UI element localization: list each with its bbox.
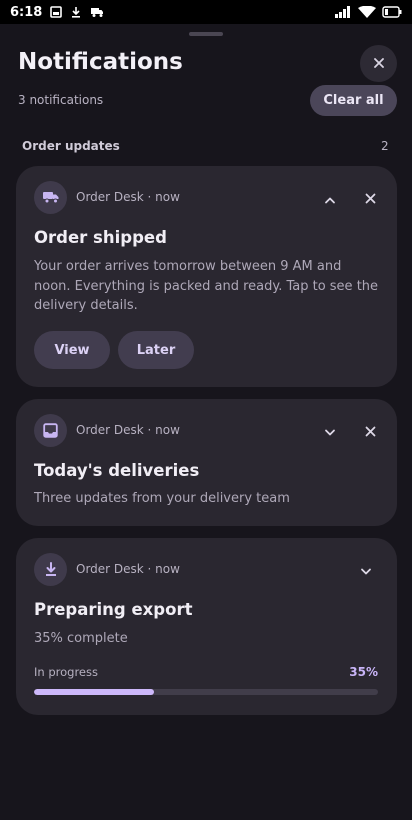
close-panel-button[interactable] bbox=[360, 45, 397, 82]
collapse-button[interactable] bbox=[317, 185, 343, 211]
section-title: Order updates bbox=[22, 139, 120, 153]
drag-handle[interactable] bbox=[189, 32, 223, 36]
notification-card-deliveries[interactable]: Order Desk · now Today's deliveries Thre… bbox=[16, 399, 397, 526]
gallery-icon bbox=[50, 6, 63, 18]
status-time: 6:18 bbox=[10, 4, 43, 20]
progress-percent: 35% bbox=[349, 665, 378, 679]
expand-button[interactable] bbox=[317, 418, 343, 444]
progress-fill bbox=[34, 689, 155, 695]
wifi-icon bbox=[358, 6, 376, 18]
expand-button[interactable] bbox=[353, 557, 379, 583]
app-meta: Order Desk · now bbox=[76, 423, 180, 437]
close-icon bbox=[365, 189, 376, 208]
chevron-down-icon bbox=[360, 561, 372, 580]
app-meta: Order Desk · now bbox=[76, 190, 180, 204]
download-icon bbox=[34, 552, 67, 586]
dismiss-button[interactable] bbox=[357, 185, 383, 211]
chevron-down-icon bbox=[324, 422, 336, 441]
status-bar: 6:18 bbox=[0, 0, 412, 24]
view-button[interactable]: View bbox=[34, 331, 110, 369]
notification-card-order-shipped[interactable]: Order Desk · now Order shipped Your orde… bbox=[16, 166, 397, 387]
progress-label: In progress bbox=[34, 665, 98, 679]
notification-title: Today's deliveries bbox=[34, 461, 200, 480]
notification-card-export[interactable]: Order Desk · now Preparing export 35% co… bbox=[16, 538, 397, 715]
download-status-icon bbox=[70, 6, 82, 18]
truck-icon bbox=[34, 180, 67, 214]
dismiss-button[interactable] bbox=[357, 418, 383, 444]
page-title: Notifications bbox=[18, 49, 183, 75]
truck-status-icon bbox=[90, 6, 104, 18]
notification-body: Your order arrives tomorrow between 9 AM… bbox=[34, 259, 379, 313]
later-button[interactable]: Later bbox=[118, 331, 194, 369]
inbox-icon bbox=[34, 413, 67, 447]
progress-bar bbox=[34, 689, 378, 695]
notification-body: Three updates from your delivery team bbox=[34, 491, 290, 506]
signal-icon bbox=[334, 6, 352, 18]
close-icon bbox=[373, 54, 385, 73]
clear-all-button[interactable]: Clear all bbox=[310, 85, 397, 116]
notification-body: 35% complete bbox=[34, 631, 128, 646]
chevron-up-icon bbox=[324, 189, 336, 208]
notification-title: Preparing export bbox=[34, 600, 193, 619]
notification-count: 3 notifications bbox=[18, 93, 104, 107]
app-meta: Order Desk · now bbox=[76, 562, 180, 576]
notification-title: Order shipped bbox=[34, 228, 167, 247]
close-icon bbox=[365, 422, 376, 441]
section-count: 2 bbox=[381, 139, 389, 153]
battery-icon bbox=[382, 6, 402, 18]
